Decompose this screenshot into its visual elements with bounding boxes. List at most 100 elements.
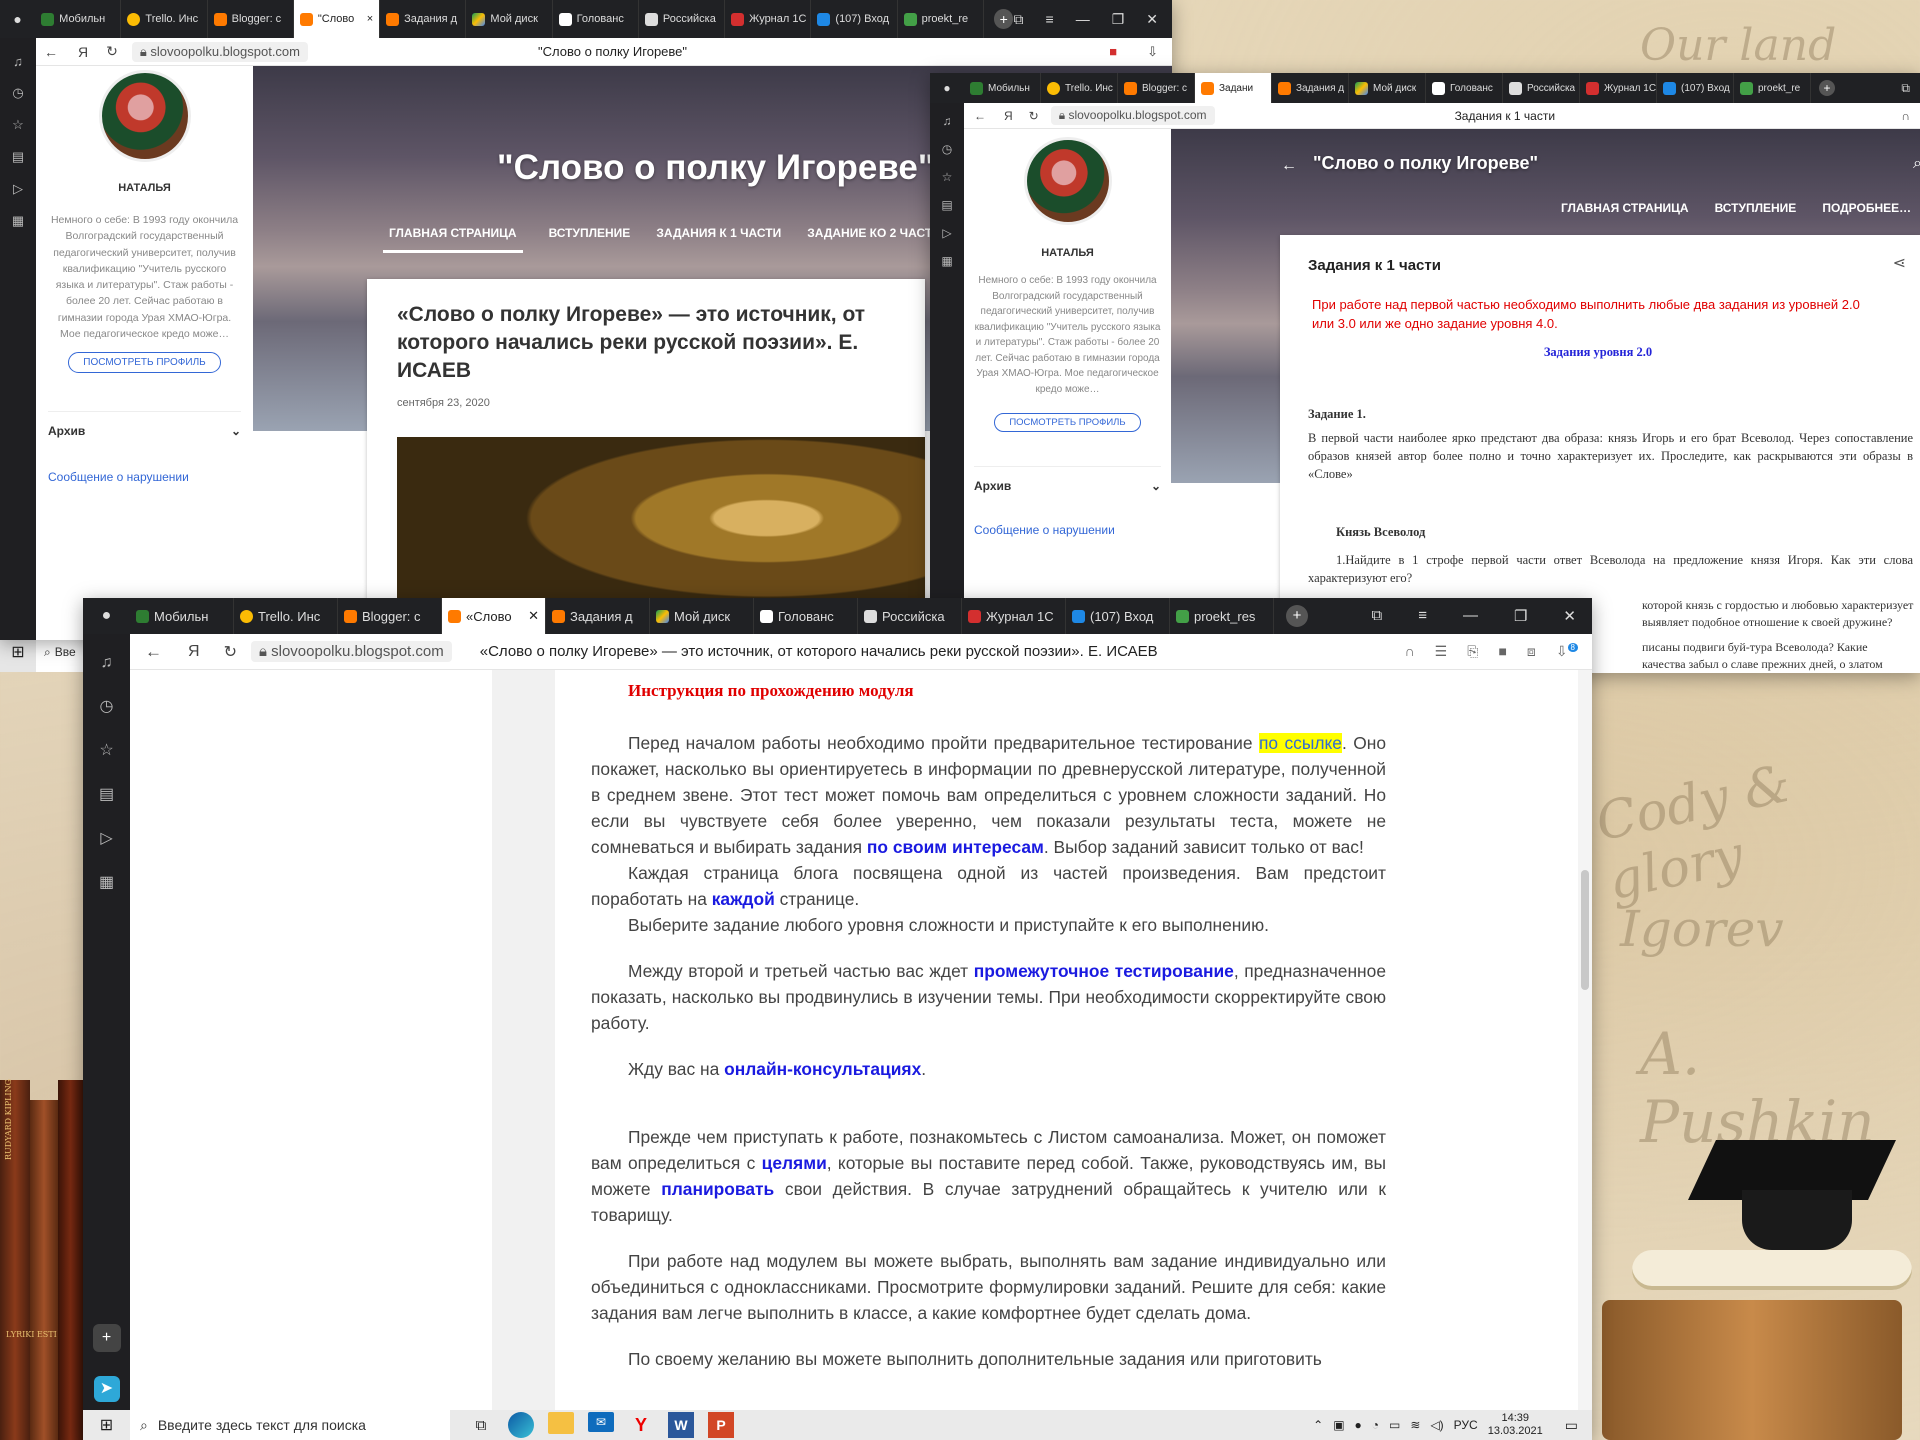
star-icon[interactable]: ☆ [12, 117, 24, 133]
tab[interactable]: Российска [639, 0, 726, 38]
planning-link[interactable]: планировать [661, 1179, 774, 1199]
tab[interactable]: (107) Вход [1066, 598, 1170, 634]
back-icon[interactable]: ← [145, 642, 162, 662]
calendar-icon[interactable]: ▦ [12, 213, 24, 229]
history-icon[interactable]: ◷ [942, 142, 952, 156]
scrollbar-thumb[interactable] [1581, 870, 1589, 990]
chevron-up-icon[interactable]: ⌃ [1313, 1418, 1323, 1432]
powerpoint-icon[interactable]: P [708, 1412, 734, 1438]
tab[interactable]: Журнал 1С [1580, 73, 1657, 103]
scrollbar[interactable] [1578, 670, 1592, 1410]
headphones-icon[interactable]: ∩ [1405, 643, 1415, 660]
tab[interactable]: Мобильн [35, 0, 122, 38]
tab-active[interactable]: "Слово × [293, 0, 381, 38]
tab[interactable]: proekt_re [898, 0, 984, 38]
intermediate-test-link[interactable]: промежуточное тестирование [974, 961, 1234, 981]
close-icon[interactable]: ✕ [1563, 607, 1576, 625]
close-icon[interactable]: × [367, 13, 373, 25]
tab[interactable]: Blogger: с [208, 0, 294, 38]
tab[interactable]: Российска [1503, 73, 1580, 103]
profile-icon[interactable]: ● [83, 598, 130, 634]
report-abuse-link[interactable]: Сообщение о нарушении [48, 470, 241, 484]
bookmark-icon[interactable]: ■ [1109, 44, 1117, 59]
url-field[interactable]: 🔒︎ slovoopolku.blogspot.com [131, 41, 308, 62]
share-icon[interactable]: ⋖ [1893, 253, 1906, 273]
interests-link[interactable]: по своим интересам [867, 837, 1044, 857]
yandex-browser-icon[interactable]: Y [628, 1412, 654, 1438]
collections-icon[interactable]: ⧈ [1527, 643, 1536, 660]
bookmark-icon[interactable]: ■ [1498, 643, 1506, 660]
task-view-icon[interactable]: ⧉ [468, 1412, 494, 1438]
tab[interactable]: Задания д [1272, 73, 1349, 103]
star-icon[interactable]: ☆ [942, 170, 953, 184]
consultation-link[interactable]: онлайн-консультациях [724, 1059, 921, 1079]
tab[interactable]: Мобильн [130, 598, 234, 634]
language-indicator[interactable]: РУС [1454, 1418, 1478, 1432]
tab[interactable]: (107) Вход [811, 0, 898, 38]
view-profile-button[interactable]: ПОСМОТРЕТЬ ПРОФИЛЬ [68, 352, 221, 373]
tab[interactable]: proekt_re [1734, 73, 1811, 103]
nav-item-more[interactable]: ПОДРОБНЕЕ… [1822, 201, 1911, 215]
archive-dropdown[interactable]: Архив ⌄ [974, 466, 1161, 493]
tab[interactable]: Мой диск [1349, 73, 1426, 103]
restore-icon[interactable]: ❐ [1112, 11, 1125, 28]
wifi-icon[interactable]: ≋ [1410, 1418, 1420, 1432]
tab-active[interactable]: «Слово ✕ [442, 598, 546, 634]
restore-icon[interactable]: ❐ [1514, 607, 1527, 625]
bell-icon[interactable]: ♫ [943, 114, 952, 128]
reload-icon[interactable]: ↻ [224, 642, 237, 662]
word-icon[interactable]: W [668, 1412, 694, 1438]
browser-window-tasks-page[interactable]: ● Мобильн Trello. Инс Blogger: с Задани … [930, 73, 1920, 673]
goals-link[interactable]: целями [762, 1153, 827, 1173]
history-icon[interactable]: ◷ [100, 696, 114, 716]
yandex-logo-icon[interactable]: Я [1004, 109, 1013, 123]
collections-icon[interactable]: ▤ [12, 149, 24, 165]
volume-icon[interactable]: ◁) [1430, 1418, 1443, 1432]
downloads-icon[interactable]: ⇩ 8 [1556, 643, 1578, 660]
minimize-icon[interactable]: — [1463, 607, 1478, 625]
tab[interactable]: Голованс [553, 0, 639, 38]
nav-item-home[interactable]: ГЛАВНАЯ СТРАНИЦА [383, 226, 523, 253]
star-icon[interactable]: ☆ [99, 740, 113, 760]
view-profile-button[interactable]: ПОСМОТРЕТЬ ПРОФИЛЬ [994, 413, 1141, 432]
bell-icon[interactable]: ♫ [13, 54, 23, 69]
tab[interactable]: Blogger: с [1118, 73, 1195, 103]
reload-icon[interactable]: ↻ [106, 43, 118, 60]
url-field[interactable]: 🔒︎ slovoopolku.blogspot.com [1050, 106, 1215, 125]
close-icon[interactable]: ✕ [1146, 11, 1158, 28]
tab[interactable]: Мой диск [650, 598, 754, 634]
yandex-logo-icon[interactable]: Я [188, 643, 200, 661]
network-icon[interactable]: ◔ [1372, 1418, 1379, 1432]
menu-icon[interactable]: ≡ [1046, 11, 1054, 28]
new-tab-icon[interactable]: + [993, 9, 1014, 29]
avatar[interactable] [1023, 137, 1112, 225]
nav-item-intro[interactable]: ВСТУПЛЕНИЕ [1715, 201, 1797, 215]
url-field[interactable]: 🔒︎ slovoopolku.blogspot.com [250, 641, 452, 662]
tab[interactable]: Голованс [1426, 73, 1503, 103]
archive-dropdown[interactable]: Архив ⌄ [48, 411, 241, 438]
tab[interactable]: Trello. Инс [234, 598, 338, 634]
new-tab-icon[interactable]: + [1819, 80, 1835, 96]
history-icon[interactable]: ◷ [12, 85, 23, 101]
nav-item-intro[interactable]: ВСТУПЛЕНИЕ [549, 226, 631, 253]
file-explorer-icon[interactable] [548, 1412, 574, 1434]
tabs-icon[interactable]: ⧉ [1371, 607, 1382, 625]
reload-icon[interactable]: ↻ [1029, 109, 1039, 123]
bell-icon[interactable]: ♫ [101, 654, 113, 672]
back-arrow-icon[interactable]: ← [1281, 157, 1297, 175]
tab[interactable]: Журнал 1С [725, 0, 812, 38]
play-icon[interactable]: ▷ [942, 226, 951, 240]
nav-item-part1[interactable]: ЗАДАНИЯ К 1 ЧАСТИ [656, 226, 781, 253]
tab-active[interactable]: Задани [1195, 73, 1272, 103]
calendar-icon[interactable]: ▦ [941, 254, 952, 268]
post-title[interactable]: «Слово о полку Игореве» — это источник, … [397, 301, 907, 385]
clock[interactable]: 14:39 13.03.2021 [1488, 1412, 1543, 1438]
report-abuse-link[interactable]: Сообщение о нарушении [974, 523, 1161, 537]
play-icon[interactable]: ▷ [13, 181, 23, 197]
tab[interactable]: Мобильн [964, 73, 1041, 103]
battery-icon[interactable]: ▭ [1389, 1418, 1400, 1432]
test-link[interactable]: по ссылке [1258, 733, 1342, 753]
headphones-icon[interactable]: ∩ [1901, 109, 1910, 123]
each-page-link[interactable]: каждой [712, 889, 775, 909]
mail-icon[interactable]: ✉ [588, 1412, 614, 1432]
